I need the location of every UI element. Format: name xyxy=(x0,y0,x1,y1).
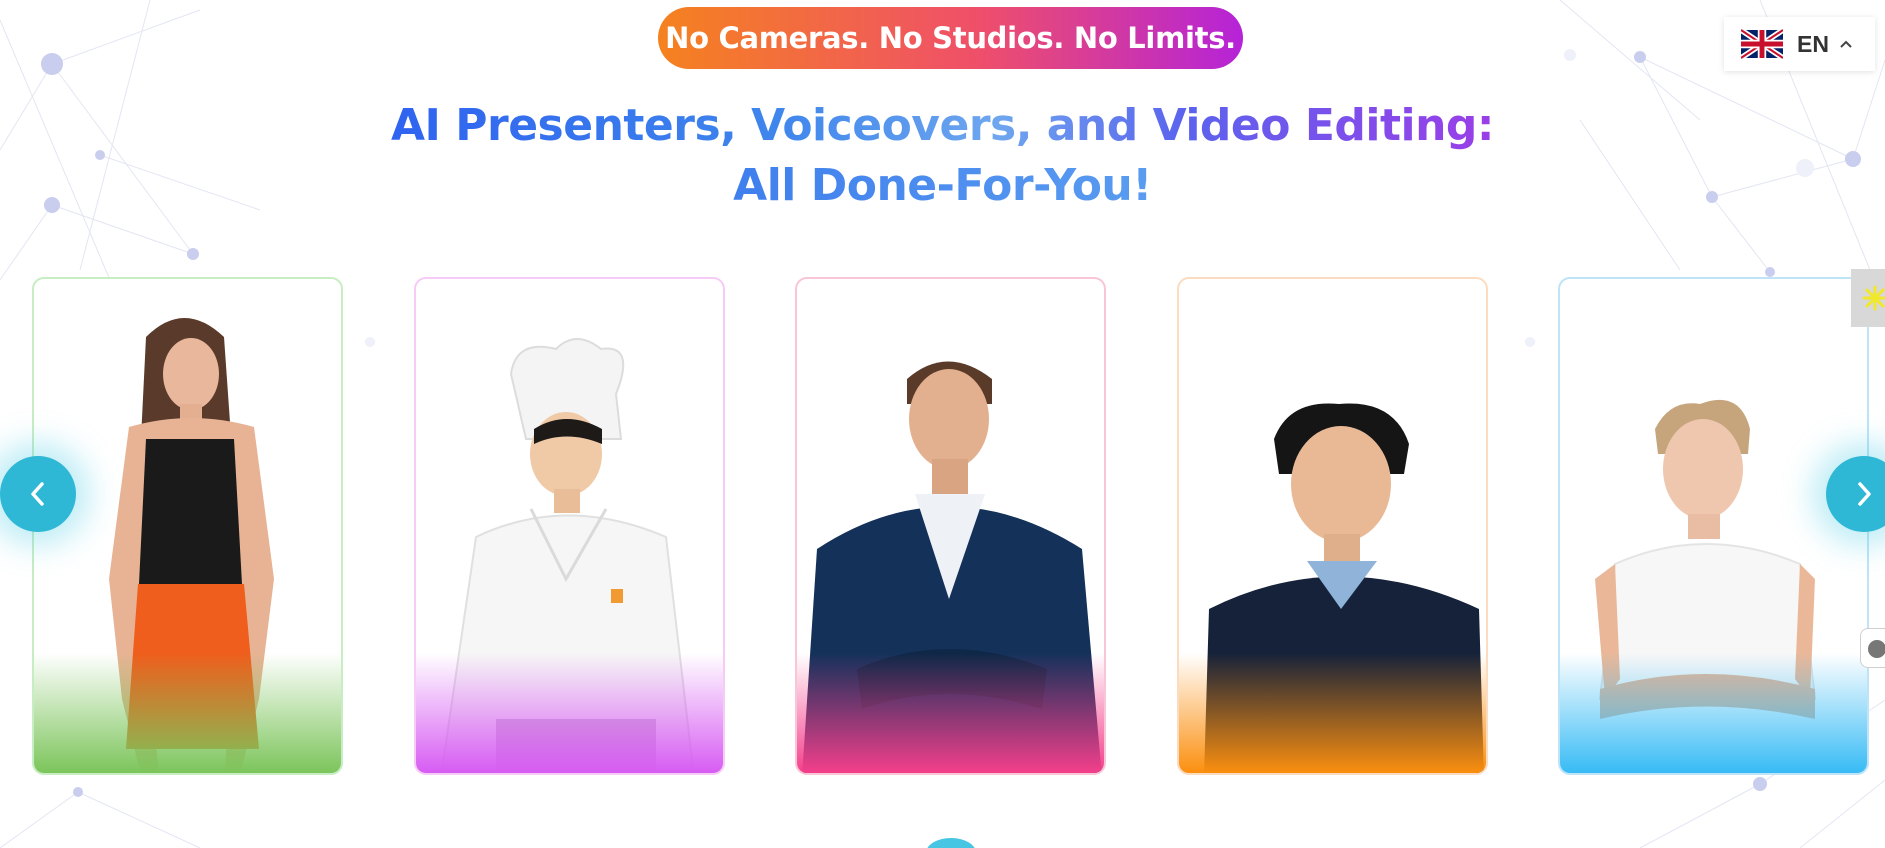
side-widget-toggle[interactable] xyxy=(1851,269,1885,327)
carousel-prev-button[interactable] xyxy=(0,456,76,532)
presenter-card-1[interactable] xyxy=(32,277,343,775)
uk-flag-icon xyxy=(1741,29,1783,59)
asterisk-icon xyxy=(1862,285,1885,311)
tagline-badge-text: No Cameras. No Studios. No Limits. xyxy=(665,21,1236,55)
page-headline: AI Presenters, Voiceovers, and Video Edi… xyxy=(300,96,1585,216)
presenter-card-4[interactable] xyxy=(1177,277,1488,775)
tagline-badge: No Cameras. No Studios. No Limits. xyxy=(658,7,1243,69)
card-1-glow xyxy=(34,653,341,773)
card-5-glow xyxy=(1560,653,1867,773)
headline-line-1: AI Presenters, Voiceovers, and Video Edi… xyxy=(391,96,1494,156)
headline-line-2: All Done-For-You! xyxy=(733,156,1152,216)
chevron-left-icon xyxy=(31,482,44,506)
side-chat-tab[interactable] xyxy=(1860,628,1885,668)
language-code: EN xyxy=(1797,30,1829,57)
card-3-glow xyxy=(797,653,1104,773)
card-4-glow xyxy=(1179,653,1486,773)
language-switcher[interactable]: EN xyxy=(1724,17,1875,71)
chevron-right-icon xyxy=(1858,482,1871,506)
presenter-card-2[interactable] xyxy=(414,277,725,775)
card-2-glow xyxy=(416,653,723,773)
chat-icon xyxy=(1868,640,1885,658)
chevron-up-icon xyxy=(1840,40,1852,48)
presenter-card-3[interactable] xyxy=(795,277,1106,775)
presenter-card-5[interactable] xyxy=(1558,277,1869,775)
